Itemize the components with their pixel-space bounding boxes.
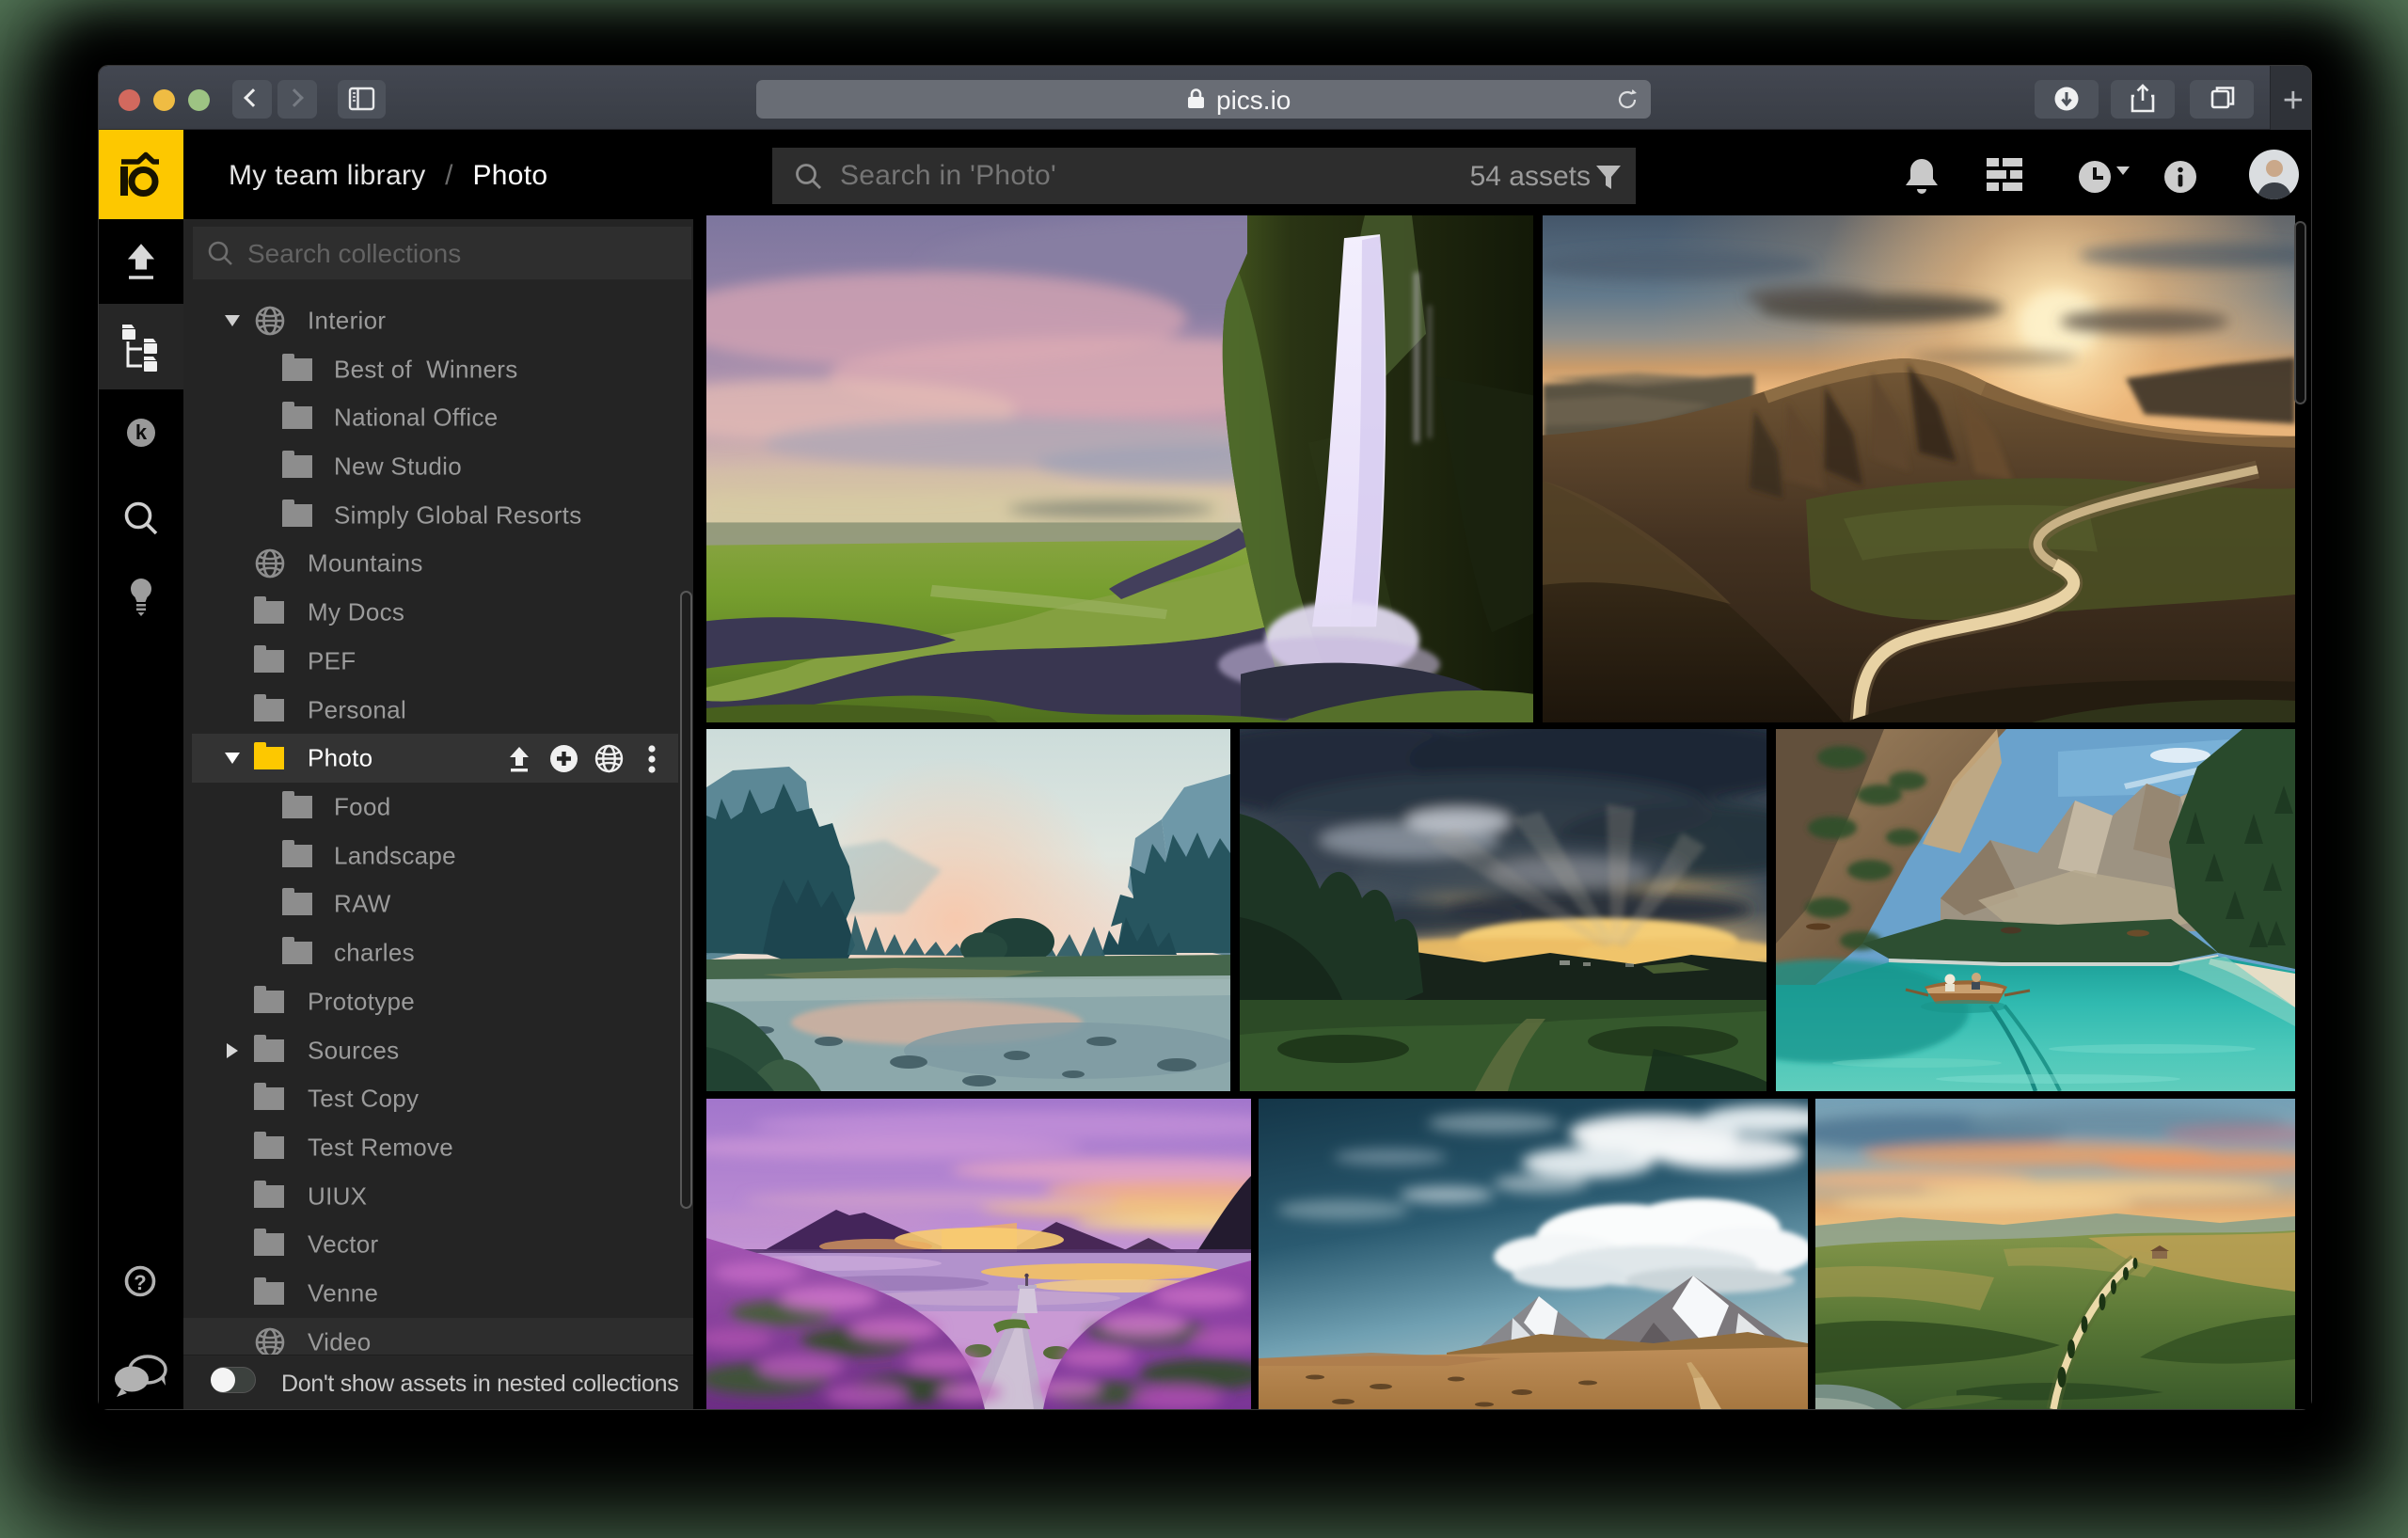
svg-text:?: ?	[134, 1271, 146, 1294]
